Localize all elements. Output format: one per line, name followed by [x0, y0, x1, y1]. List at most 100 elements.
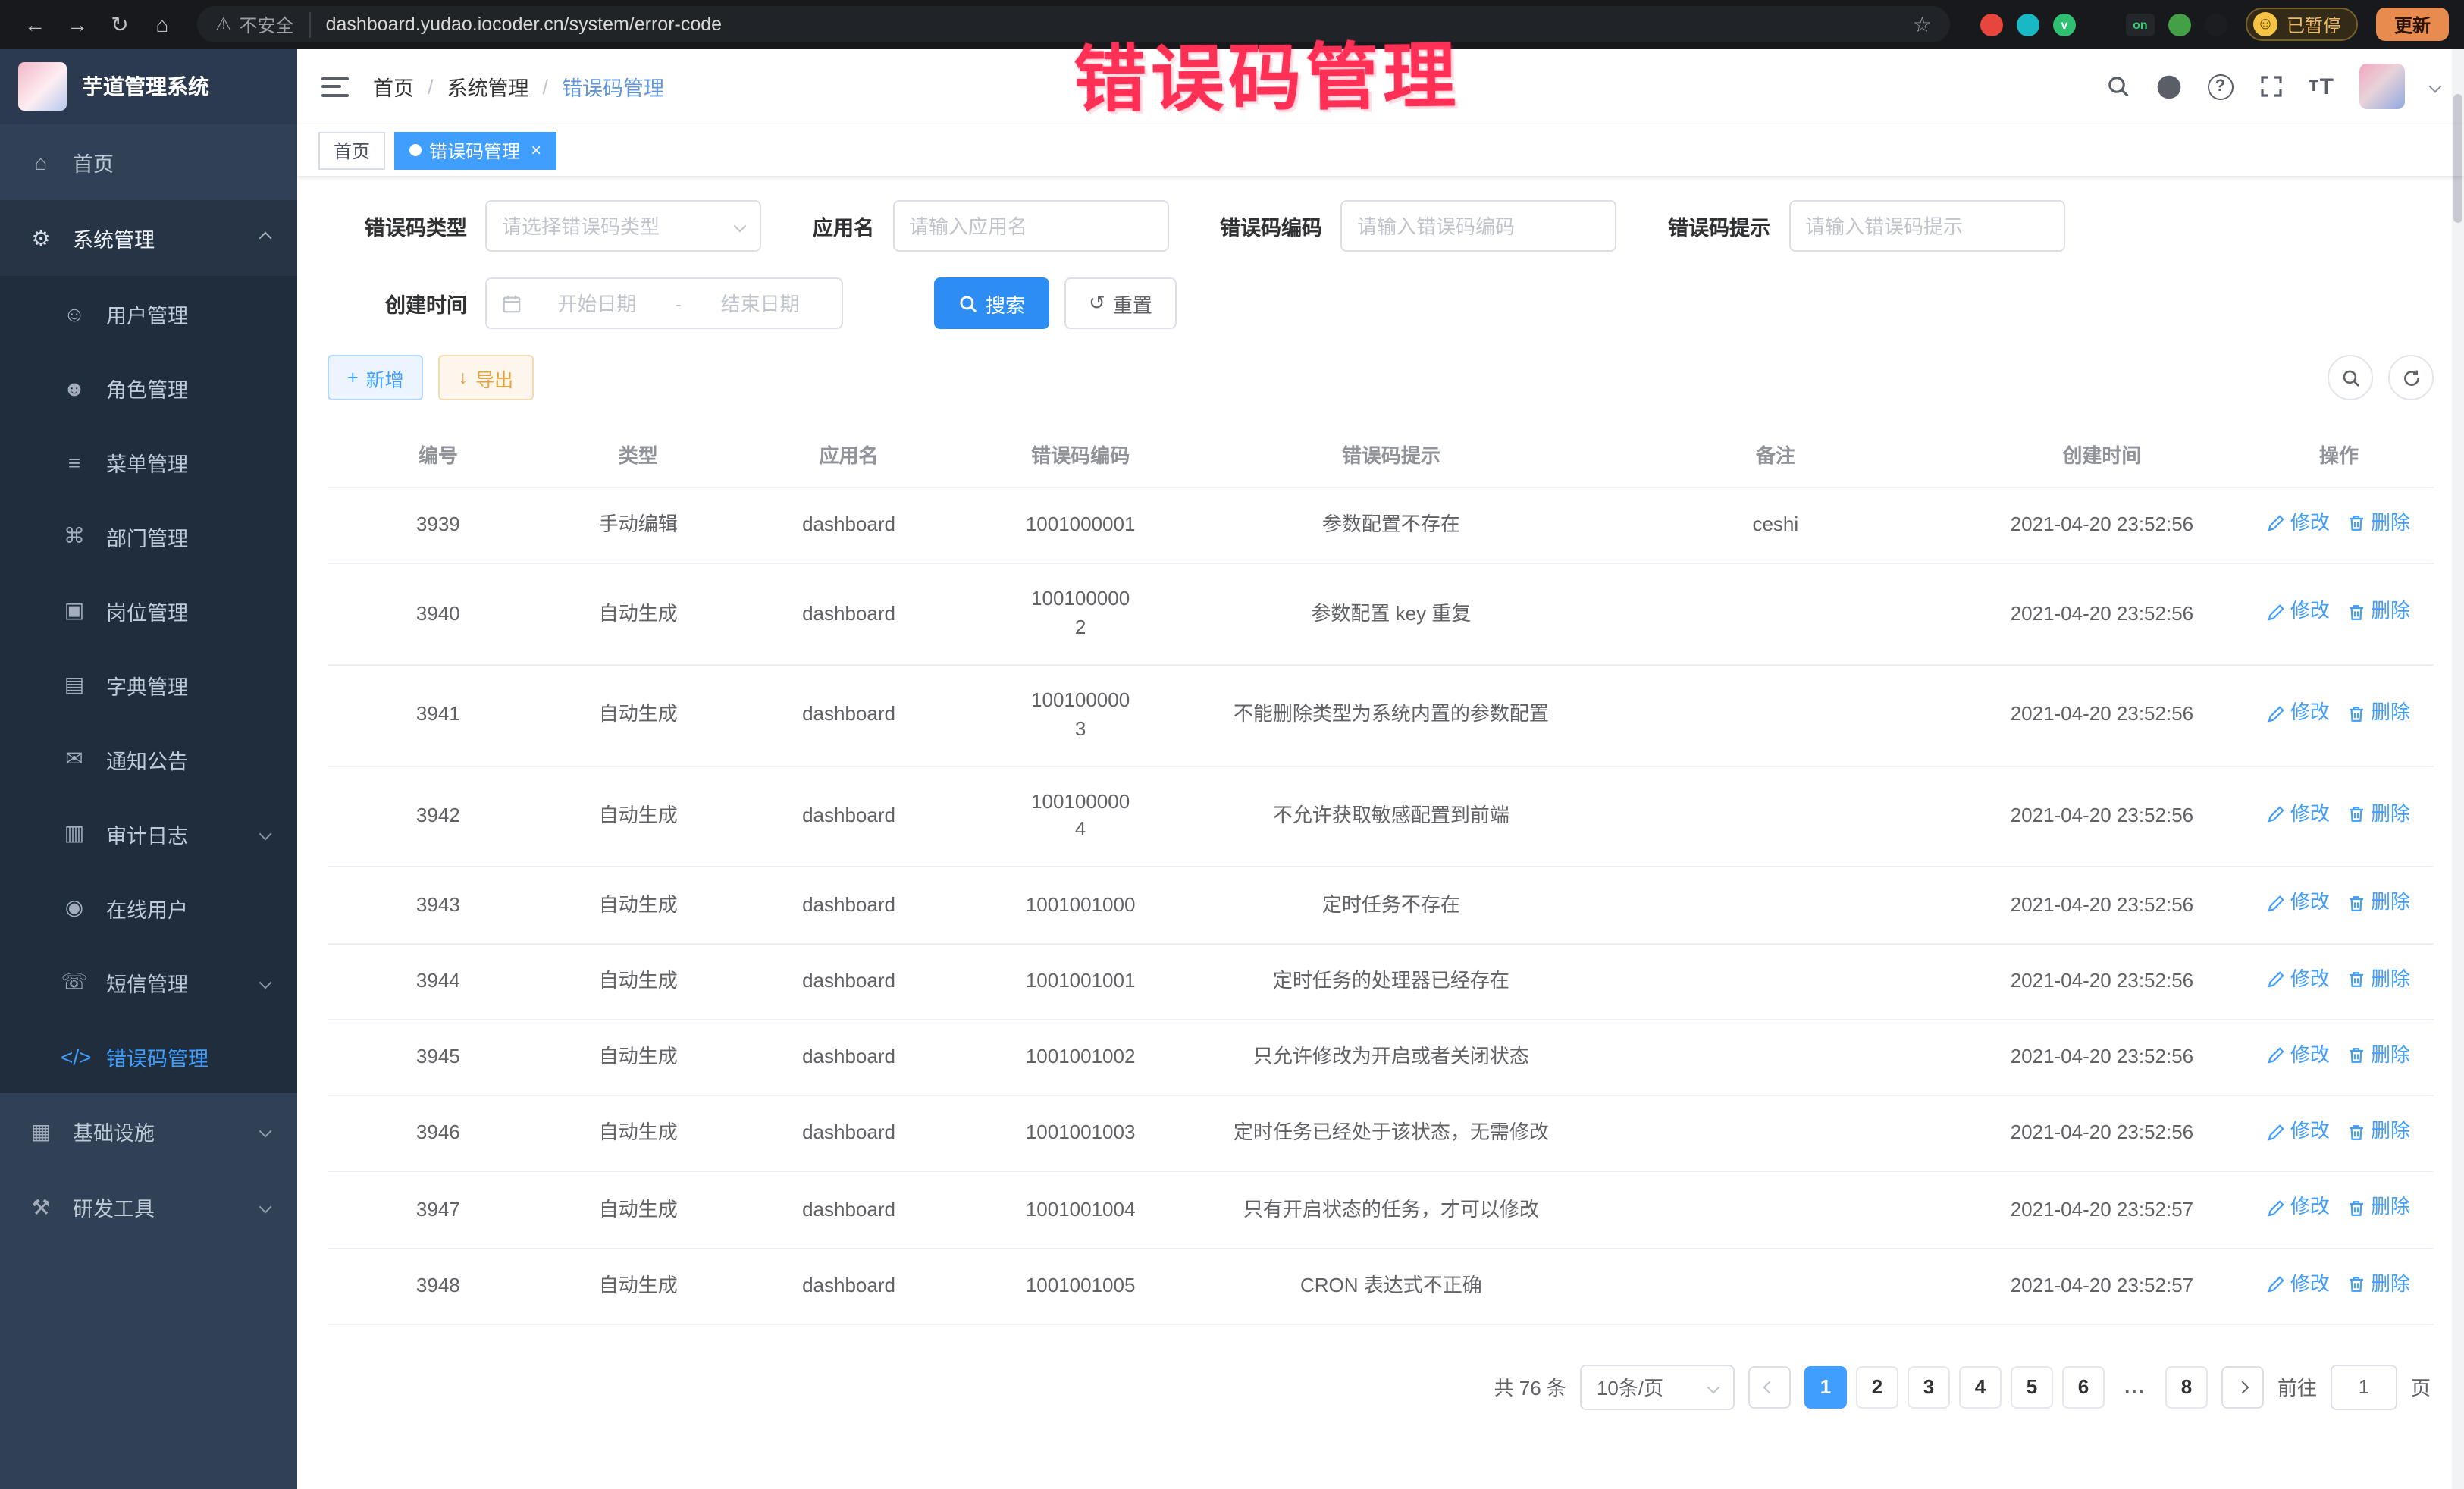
- page-button-1[interactable]: 1: [1804, 1366, 1847, 1409]
- sidebar-item-system[interactable]: ⚙系统管理: [0, 200, 297, 276]
- github-icon[interactable]: [2155, 74, 2181, 99]
- sidebar-item-label: 角色管理: [106, 372, 270, 403]
- edit-link[interactable]: 修改: [2268, 1270, 2330, 1299]
- column-header-msg: 错误码提示: [1191, 422, 1591, 487]
- red-circle-extension-icon[interactable]: [1980, 13, 2003, 36]
- back-icon[interactable]: ←: [15, 5, 55, 44]
- bookmark-star-icon[interactable]: ☆: [1913, 11, 1932, 37]
- sidebar-item-role[interactable]: ☻角色管理: [0, 350, 297, 425]
- sidebar-item-sms[interactable]: ☏短信管理: [0, 945, 297, 1019]
- app-name-input[interactable]: [909, 215, 1152, 237]
- prev-page-button[interactable]: [1748, 1366, 1791, 1409]
- error-hint-field[interactable]: [1788, 200, 2064, 252]
- delete-link[interactable]: 删除: [2348, 1270, 2410, 1299]
- reset-button[interactable]: ↺ 重置: [1064, 277, 1177, 329]
- page-button-4[interactable]: 4: [1959, 1366, 2002, 1409]
- sidebar-item-dev-tool[interactable]: ⚒研发工具: [0, 1169, 297, 1245]
- blue-grid-extension-icon[interactable]: [2089, 13, 2112, 36]
- search-icon[interactable]: [2105, 74, 2130, 99]
- edit-link[interactable]: 修改: [2268, 598, 2330, 627]
- edit-link[interactable]: 修改: [2268, 889, 2330, 918]
- delete-link[interactable]: 删除: [2348, 1118, 2410, 1146]
- edit-link[interactable]: 修改: [2268, 1194, 2330, 1223]
- search-button[interactable]: 搜索: [934, 277, 1049, 329]
- date-range-picker[interactable]: -: [485, 277, 843, 329]
- sidebar-item-notice[interactable]: ✉通知公告: [0, 722, 297, 796]
- sidebar-item-user[interactable]: ☺用户管理: [0, 276, 297, 350]
- app-name-field[interactable]: [892, 200, 1168, 252]
- app-logo[interactable]: 芋道管理系统: [0, 49, 297, 124]
- add-button[interactable]: + 新增: [328, 355, 424, 400]
- green-leaf-extension-icon[interactable]: [2168, 13, 2191, 36]
- help-icon[interactable]: ?: [2207, 74, 2233, 99]
- green-check-extension-icon[interactable]: v: [2053, 13, 2076, 36]
- page-button-...[interactable]: ...: [2114, 1366, 2156, 1409]
- delete-link[interactable]: 删除: [2348, 699, 2410, 728]
- delete-icon: [2348, 806, 2366, 824]
- page-button-8[interactable]: 8: [2165, 1366, 2208, 1409]
- forward-icon[interactable]: →: [58, 5, 97, 44]
- delete-link[interactable]: 删除: [2348, 801, 2410, 829]
- update-button[interactable]: 更新: [2376, 8, 2449, 41]
- font-size-icon[interactable]: TT: [2309, 74, 2334, 99]
- edit-link[interactable]: 修改: [2268, 1042, 2330, 1071]
- delete-link[interactable]: 删除: [2348, 1042, 2410, 1071]
- dark-knot-extension-icon[interactable]: [2205, 13, 2227, 36]
- error-code-input[interactable]: [1357, 215, 1600, 237]
- sidebar-item-error-code[interactable]: </>错误码管理: [0, 1019, 297, 1093]
- address-bar[interactable]: ⚠ 不安全 dashboard.yudao.iocoder.cn/system/…: [197, 6, 1950, 42]
- sidebar-item-label: 审计日志: [106, 818, 249, 848]
- tag-home[interactable]: 首页: [318, 131, 385, 169]
- delete-link[interactable]: 删除: [2348, 965, 2410, 994]
- end-date-input[interactable]: [694, 292, 826, 315]
- tag-error-code[interactable]: 错误码管理 ×: [394, 131, 556, 169]
- sidebar-item-infra[interactable]: ▦基础设施: [0, 1093, 297, 1169]
- teal-drop-extension-icon[interactable]: [2017, 13, 2039, 36]
- cell-id: 3947: [328, 1172, 549, 1249]
- export-button[interactable]: ↓ 导出: [439, 355, 534, 400]
- goto-page-input[interactable]: [2331, 1365, 2397, 1410]
- start-date-input[interactable]: [531, 292, 663, 315]
- on-badge-extension-icon[interactable]: on: [2126, 13, 2155, 36]
- close-tag-icon[interactable]: ×: [531, 141, 541, 159]
- fullscreen-icon[interactable]: [2259, 74, 2283, 99]
- error-type-select-input[interactable]: [502, 215, 735, 237]
- breadcrumb-system[interactable]: 系统管理: [447, 71, 529, 102]
- next-page-button[interactable]: [2221, 1366, 2264, 1409]
- home-icon[interactable]: ⌂: [143, 5, 182, 44]
- page-button-5[interactable]: 5: [2011, 1366, 2053, 1409]
- edit-link[interactable]: 修改: [2268, 699, 2330, 728]
- sidebar-item-post[interactable]: ▣岗位管理: [0, 573, 297, 647]
- sidebar-item-menu[interactable]: ≡菜单管理: [0, 425, 297, 499]
- profile-chip[interactable]: ☺ 已暂停: [2246, 8, 2358, 41]
- avatar-caret-down-icon[interactable]: [2429, 80, 2442, 93]
- delete-link[interactable]: 删除: [2348, 598, 2410, 627]
- sidebar-item-dict[interactable]: ▤字典管理: [0, 647, 297, 722]
- page-button-2[interactable]: 2: [1856, 1366, 1898, 1409]
- delete-link[interactable]: 删除: [2348, 1194, 2410, 1223]
- security-indicator[interactable]: ⚠ 不安全: [215, 11, 311, 37]
- page-button-6[interactable]: 6: [2062, 1366, 2105, 1409]
- reload-icon[interactable]: ↻: [100, 5, 140, 44]
- page-button-3[interactable]: 3: [1908, 1366, 1950, 1409]
- error-hint-input[interactable]: [1805, 215, 2048, 237]
- sidebar-item-online-user[interactable]: ◉在线用户: [0, 870, 297, 945]
- toggle-search-button[interactable]: [2328, 355, 2373, 400]
- sidebar-item-audit-log[interactable]: ▥审计日志: [0, 796, 297, 870]
- page-size-select[interactable]: 10条/页: [1580, 1365, 1735, 1410]
- hamburger-icon[interactable]: [321, 77, 349, 96]
- user-avatar[interactable]: [2359, 64, 2405, 109]
- edit-link[interactable]: 修改: [2268, 509, 2330, 538]
- error-type-select[interactable]: [485, 200, 761, 252]
- edit-link[interactable]: 修改: [2268, 801, 2330, 829]
- error-code-field[interactable]: [1340, 200, 1616, 252]
- sidebar-item-home[interactable]: ⌂首页: [0, 124, 297, 200]
- sidebar-item-dept[interactable]: ⌘部门管理: [0, 499, 297, 573]
- calendar-icon: [502, 293, 522, 313]
- breadcrumb-home[interactable]: 首页: [373, 71, 414, 102]
- refresh-table-button[interactable]: [2388, 355, 2434, 400]
- delete-link[interactable]: 删除: [2348, 509, 2410, 538]
- delete-link[interactable]: 删除: [2348, 889, 2410, 918]
- edit-link[interactable]: 修改: [2268, 1118, 2330, 1146]
- edit-link[interactable]: 修改: [2268, 965, 2330, 994]
